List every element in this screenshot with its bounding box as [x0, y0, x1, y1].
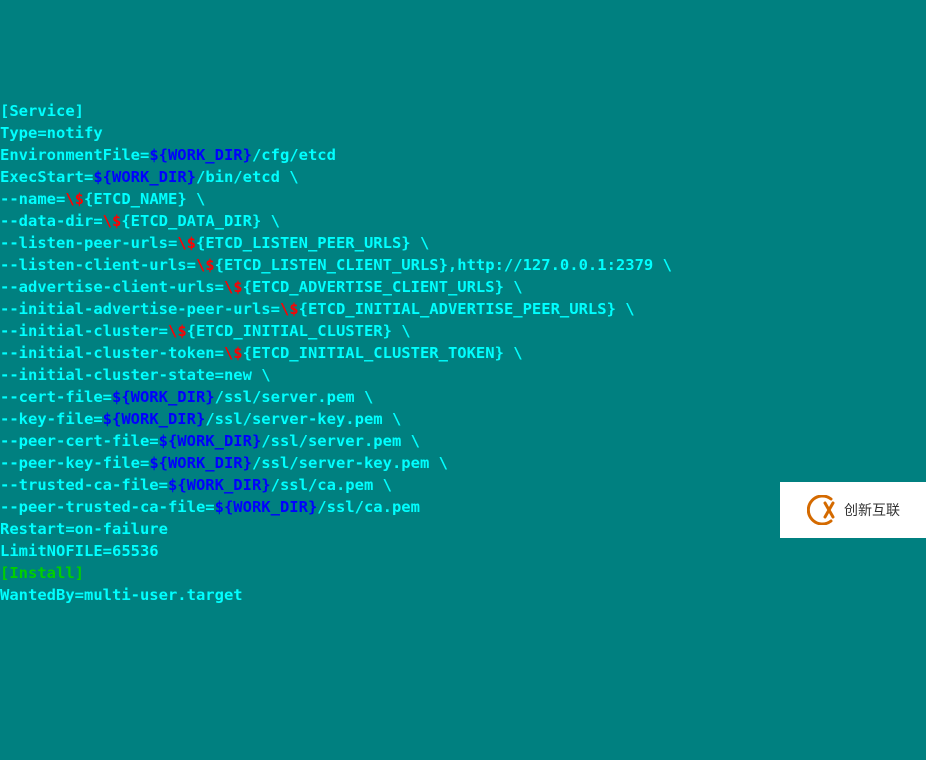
code-token: --initial-advertise-peer-urls=: [0, 300, 280, 318]
code-token: --key-file=: [0, 410, 103, 428]
code-line: [Install]: [0, 562, 926, 584]
code-token: {ETCD_LISTEN_CLIENT_URLS},http://127.0.0…: [215, 256, 672, 274]
code-line: --peer-key-file=${WORK_DIR}/ssl/server-k…: [0, 452, 926, 474]
code-token: {ETCD_INITIAL_CLUSTER_TOKEN} \: [243, 344, 523, 362]
code-token: EnvironmentFile=: [0, 146, 149, 164]
code-token: /bin/etcd \: [196, 168, 299, 186]
code-line: --advertise-client-urls=\${ETCD_ADVERTIS…: [0, 276, 926, 298]
code-token: Type=notify: [0, 124, 103, 142]
code-line: EnvironmentFile=${WORK_DIR}/cfg/etcd: [0, 144, 926, 166]
code-token: \$: [196, 256, 215, 274]
code-token: --peer-key-file=: [0, 454, 149, 472]
code-token: \$: [280, 300, 299, 318]
code-token: /ssl/ca.pem: [317, 498, 420, 516]
code-token: --initial-cluster-state=new \: [0, 366, 271, 384]
code-token: /ssl/server-key.pem \: [252, 454, 448, 472]
code-token: {ETCD_INITIAL_ADVERTISE_PEER_URLS} \: [299, 300, 635, 318]
code-line: --data-dir=\${ETCD_DATA_DIR} \: [0, 210, 926, 232]
code-token: --initial-cluster-token=: [0, 344, 224, 362]
code-token: {ETCD_NAME} \: [84, 190, 205, 208]
code-line: [Service]: [0, 100, 926, 122]
code-token: /cfg/etcd: [252, 146, 336, 164]
code-line: ExecStart=${WORK_DIR}/bin/etcd \: [0, 166, 926, 188]
code-token: --cert-file=: [0, 388, 112, 406]
code-line: --cert-file=${WORK_DIR}/ssl/server.pem \: [0, 386, 926, 408]
code-line: --initial-cluster-state=new \: [0, 364, 926, 386]
code-token: --peer-cert-file=: [0, 432, 159, 450]
code-token: /ssl/server-key.pem \: [205, 410, 401, 428]
code-token: \$: [168, 322, 187, 340]
code-token: ${WORK_DIR}: [159, 432, 262, 450]
watermark-logo-icon: [806, 494, 838, 526]
code-token: --data-dir=: [0, 212, 103, 230]
code-line: --initial-advertise-peer-urls=\${ETCD_IN…: [0, 298, 926, 320]
code-token: --advertise-client-urls=: [0, 278, 224, 296]
code-token: ${WORK_DIR}: [149, 454, 252, 472]
code-token: {ETCD_INITIAL_CLUSTER} \: [187, 322, 411, 340]
code-line: --initial-cluster-token=\${ETCD_INITIAL_…: [0, 342, 926, 364]
code-token: ExecStart=: [0, 168, 93, 186]
code-token: /ssl/server.pem \: [215, 388, 374, 406]
code-token: WantedBy=multi-user.target: [0, 586, 243, 604]
code-line: WantedBy=multi-user.target: [0, 584, 926, 606]
code-token: [Install]: [0, 564, 84, 582]
code-token: Restart=on-failure: [0, 520, 168, 538]
code-token: [Service]: [0, 102, 84, 120]
code-token: ${WORK_DIR}: [103, 410, 206, 428]
code-token: LimitNOFILE=65536: [0, 542, 159, 560]
code-line: --initial-cluster=\${ETCD_INITIAL_CLUSTE…: [0, 320, 926, 342]
code-token: \$: [177, 234, 196, 252]
code-line: LimitNOFILE=65536: [0, 540, 926, 562]
code-token: {ETCD_LISTEN_PEER_URLS} \: [196, 234, 429, 252]
code-token: --trusted-ca-file=: [0, 476, 168, 494]
code-token: {ETCD_ADVERTISE_CLIENT_URLS} \: [243, 278, 523, 296]
code-token: ${WORK_DIR}: [93, 168, 196, 186]
code-token: --listen-peer-urls=: [0, 234, 177, 252]
code-line: --key-file=${WORK_DIR}/ssl/server-key.pe…: [0, 408, 926, 430]
watermark: 创新互联: [780, 482, 926, 538]
code-line: Type=notify: [0, 122, 926, 144]
code-token: \$: [103, 212, 122, 230]
code-token: ${WORK_DIR}: [168, 476, 271, 494]
code-token: --initial-cluster=: [0, 322, 168, 340]
code-token: ${WORK_DIR}: [112, 388, 215, 406]
code-line: --listen-peer-urls=\${ETCD_LISTEN_PEER_U…: [0, 232, 926, 254]
code-token: --name=: [0, 190, 65, 208]
watermark-text: 创新互联: [844, 499, 900, 521]
code-token: --listen-client-urls=: [0, 256, 196, 274]
code-token: ${WORK_DIR}: [149, 146, 252, 164]
code-line: --name=\${ETCD_NAME} \: [0, 188, 926, 210]
code-token: {ETCD_DATA_DIR} \: [121, 212, 280, 230]
code-token: \$: [224, 344, 243, 362]
code-token: /ssl/ca.pem \: [271, 476, 392, 494]
code-token: \$: [224, 278, 243, 296]
code-token: /ssl/server.pem \: [261, 432, 420, 450]
code-token: ${WORK_DIR}: [215, 498, 318, 516]
code-line: --peer-cert-file=${WORK_DIR}/ssl/server.…: [0, 430, 926, 452]
code-token: \$: [65, 190, 84, 208]
code-token: --peer-trusted-ca-file=: [0, 498, 215, 516]
code-line: --listen-client-urls=\${ETCD_LISTEN_CLIE…: [0, 254, 926, 276]
